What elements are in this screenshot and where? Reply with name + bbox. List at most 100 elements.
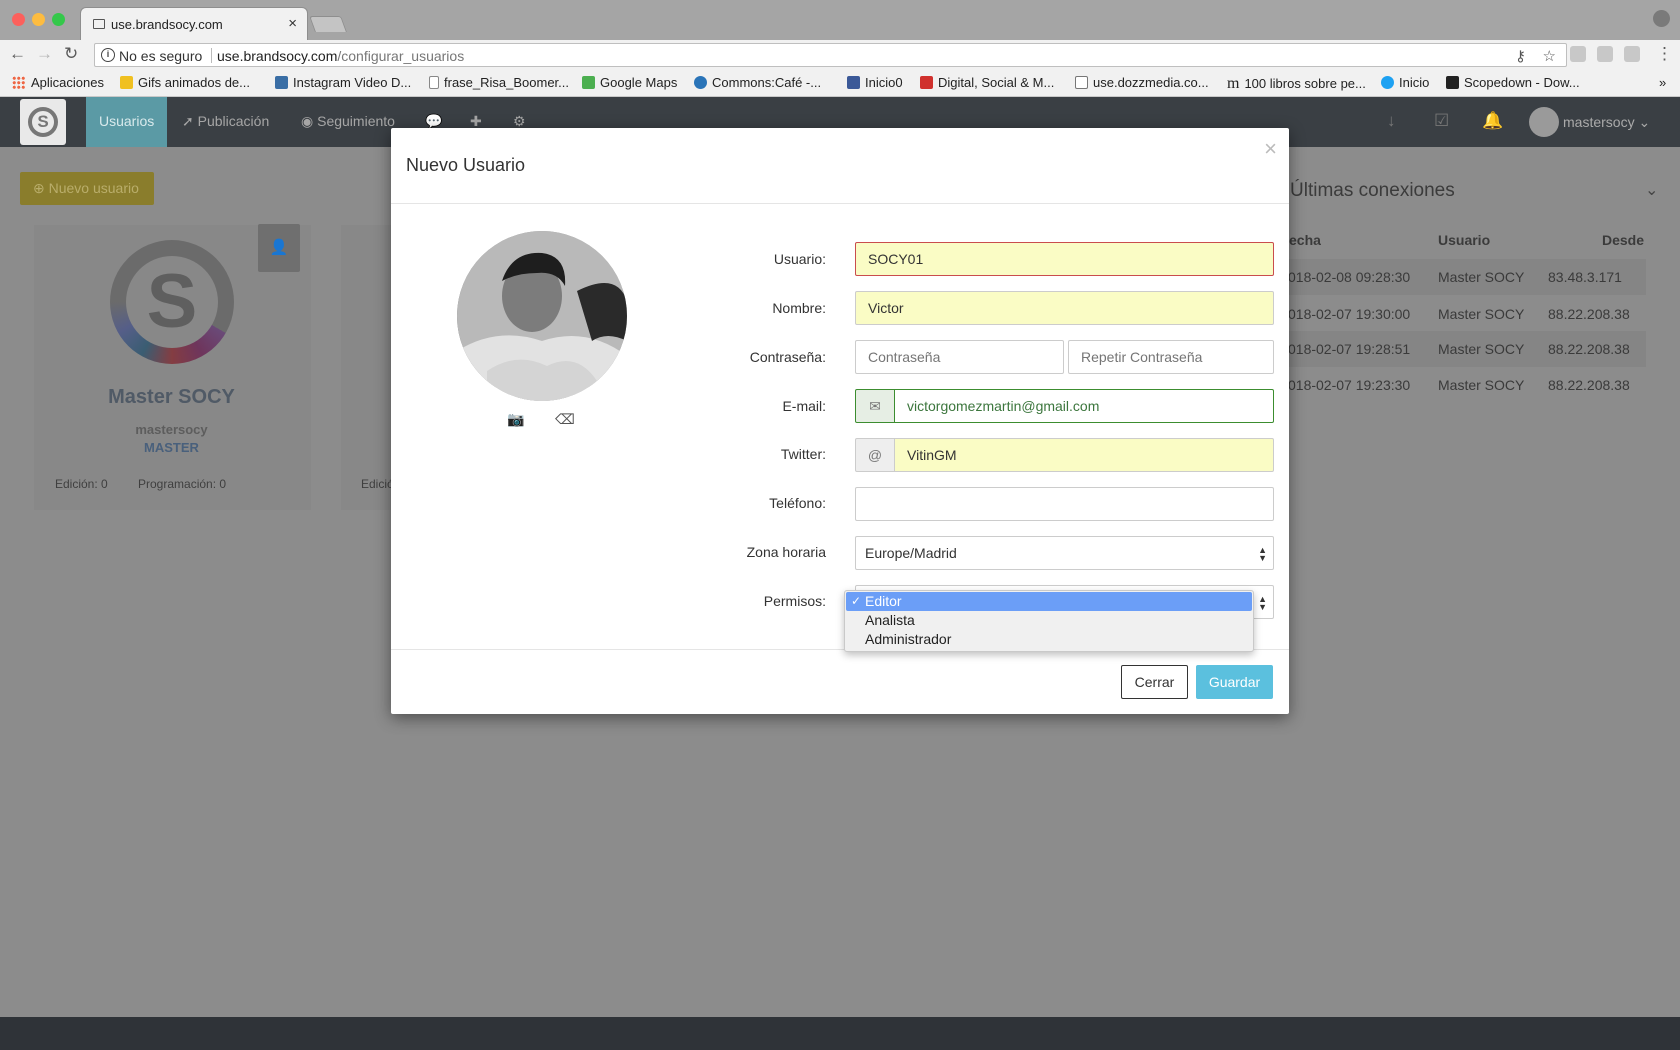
commons-icon (694, 76, 707, 89)
email-label: E-mail: (782, 398, 826, 414)
card-edicion: Edición: 0 (55, 477, 108, 491)
usuario-input[interactable] (855, 242, 1274, 276)
email-input[interactable] (894, 389, 1274, 423)
connections-header-desde: Desde (1602, 232, 1645, 248)
reload-icon[interactable]: ↻ (64, 44, 78, 64)
maps-icon (582, 76, 595, 89)
card-role: MASTER (144, 440, 199, 455)
tab-title: use.brandsocy.com (111, 17, 223, 32)
new-tab-button[interactable] (309, 16, 347, 32)
menu-icon[interactable]: ⋮ (1656, 44, 1673, 64)
timezone-value: Europe/Madrid (865, 545, 957, 561)
bell-icon[interactable]: 🔔 (1482, 111, 1503, 131)
bookmark-item[interactable]: use.dozzmedia.co... (1075, 75, 1209, 90)
timezone-select[interactable]: Europe/Madrid ▲ ▼ (855, 536, 1274, 570)
eraser-icon[interactable]: ⌫ (555, 411, 575, 428)
security-label: No es seguro (119, 48, 203, 64)
nav-publicacion[interactable]: ➚ Publicación (182, 113, 269, 130)
apps-grid-icon (12, 76, 25, 89)
divider (211, 48, 212, 63)
bookmark-item[interactable]: Digital, Social & M... (920, 75, 1054, 90)
browser-tab[interactable]: use.brandsocy.com × (80, 7, 308, 40)
bookmark-item[interactable]: Scopedown - Dow... (1446, 75, 1580, 90)
usuario-label: Usuario: (773, 251, 826, 267)
target-icon: ◉ (301, 113, 318, 129)
bookmark-item[interactable]: Instagram Video D... (275, 75, 411, 90)
contrasena-label: Contraseña: (749, 349, 826, 365)
address-bar[interactable]: i No es seguro use.brandsocy.com/configu… (94, 43, 1567, 67)
minimize-window-button[interactable] (32, 13, 45, 26)
forward-icon[interactable]: → (36, 44, 53, 64)
new-user-modal: Nuevo Usuario × 📷 ⌫ Usuario: Nombre: Con… (391, 128, 1289, 714)
telefono-label: Teléfono: (769, 495, 826, 511)
bookmark-item[interactable]: frase_Risa_Boomer... (429, 75, 569, 90)
avatar[interactable] (1529, 107, 1559, 137)
user-card-2 (341, 225, 391, 510)
nav-usuarios[interactable]: Usuarios (99, 113, 154, 129)
option-editor[interactable]: ✓ Editor (846, 592, 1252, 611)
drive-extension-icon[interactable] (1570, 46, 1586, 62)
download-icon[interactable]: ↓ (1387, 111, 1396, 131)
modal-close-button[interactable]: × (1264, 136, 1277, 162)
modal-title: Nuevo Usuario (406, 155, 526, 175)
chevron-down-icon: ⌄ (1638, 114, 1651, 130)
bookmarks-bar: Aplicaciones Gifs animados de... Instagr… (0, 70, 1680, 97)
tab-close-button[interactable]: × (288, 15, 297, 32)
maximize-window-button[interactable] (52, 13, 65, 26)
doc-extension-icon[interactable] (1597, 46, 1613, 62)
browser-toolbar: ← → ↻ i No es seguro use.brandsocy.com/c… (0, 40, 1680, 70)
user-profile-button[interactable]: 👤 (258, 224, 300, 272)
brand-logo: S (110, 240, 234, 364)
bookmark-item[interactable]: Commons:Café -... (694, 75, 821, 90)
user-menu[interactable]: mastersocy ⌄ (1563, 114, 1650, 131)
table-row: 018-02-07 19:23:30 Master SOCY 88.22.208… (1288, 377, 1630, 393)
bookmarks-overflow[interactable]: » (1659, 75, 1666, 90)
bookmark-item[interactable]: Inicio0 (847, 75, 903, 90)
profile-icon[interactable] (1653, 10, 1670, 27)
bookmark-item[interactable]: Gifs animados de... (120, 75, 250, 90)
app-logo[interactable]: S (20, 99, 66, 145)
option-administrador[interactable]: Administrador (846, 630, 1252, 649)
new-user-button[interactable]: ⊕ Nuevo usuario (20, 172, 154, 205)
table-row: 018-02-08 09:28:30 Master SOCY 83.48.3.1… (1283, 259, 1646, 295)
password-input[interactable] (855, 340, 1064, 374)
gif-icon (120, 76, 133, 89)
guardar-button[interactable]: Guardar (1196, 665, 1273, 699)
permisos-label: Permisos: (763, 593, 826, 609)
nombre-label: Nombre: (772, 300, 826, 316)
tasks-icon[interactable]: ☑ (1434, 111, 1449, 131)
select-arrows-icon: ▲ ▼ (1258, 594, 1267, 612)
bookmark-item[interactable]: Inicio (1381, 75, 1429, 90)
info-icon[interactable]: i (101, 48, 115, 62)
star-icon[interactable]: ☆ (1543, 47, 1556, 65)
back-icon[interactable]: ← (9, 44, 26, 64)
divider (391, 203, 1289, 204)
twitter-input[interactable] (894, 438, 1274, 472)
connections-header-usuario: Usuario (1438, 232, 1491, 248)
bookmark-apps[interactable]: Aplicaciones (12, 75, 104, 90)
telefono-input[interactable] (855, 487, 1274, 521)
check-icon: ✓ (851, 594, 862, 608)
logo-s-icon: S (28, 107, 58, 137)
option-analista[interactable]: Analista (846, 611, 1252, 630)
nombre-input[interactable] (855, 291, 1274, 325)
page-icon (93, 19, 105, 29)
bookmark-item[interactable]: Google Maps (582, 75, 677, 90)
envelope-icon: ✉ (855, 389, 895, 423)
repeat-password-input[interactable] (1068, 340, 1274, 374)
url-text: use.brandsocy.com/configurar_usuarios (217, 48, 464, 64)
footer-bar (0, 1017, 1680, 1050)
nav-seguimiento[interactable]: ◉ Seguimiento (301, 113, 395, 130)
camera-icon[interactable]: 📷 (507, 411, 524, 428)
bookmark-item[interactable]: m 100 libros sobre pe... (1227, 75, 1366, 93)
c-extension-icon[interactable] (1624, 46, 1640, 62)
zona-label: Zona horaria (746, 544, 826, 560)
close-window-button[interactable] (12, 13, 25, 26)
twitter-icon (1381, 76, 1394, 89)
rocket-icon: ➚ (182, 113, 198, 129)
connections-header-fecha: echa (1289, 232, 1321, 248)
cerrar-button[interactable]: Cerrar (1121, 665, 1188, 699)
key-icon[interactable]: ⚷ (1515, 47, 1526, 65)
chevron-down-icon[interactable]: ⌄ (1645, 180, 1658, 200)
scopedown-icon (1446, 76, 1459, 89)
